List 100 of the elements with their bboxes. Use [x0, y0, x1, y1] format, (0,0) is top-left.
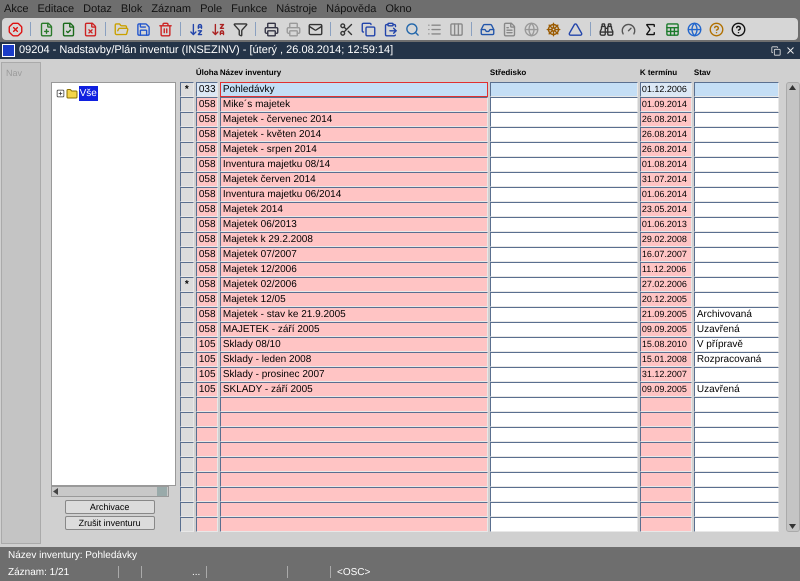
menu-item[interactable]: Pole [200, 0, 222, 18]
triangle-icon[interactable] [568, 22, 582, 36]
menu-item[interactable]: Záznam [151, 0, 192, 18]
row-marker[interactable] [180, 307, 194, 322]
table-cell: Majetek - srpen 2014 [220, 142, 488, 157]
sort-ascending-icon[interactable] [188, 22, 204, 36]
globe-icon[interactable] [686, 22, 702, 36]
row-marker[interactable] [180, 412, 194, 427]
row-marker[interactable] [180, 322, 194, 337]
scroll-up-icon[interactable] [789, 85, 796, 90]
row-marker[interactable]: * [180, 82, 194, 97]
action-button[interactable]: Archivace [64, 500, 155, 514]
record-counter: Záznam: 1/21 [8, 566, 70, 580]
scroll-left-icon[interactable] [52, 488, 58, 495]
scissors-icon[interactable] [338, 22, 354, 36]
menu-item[interactable]: Okno [385, 0, 412, 18]
table-cell: 29.02.2008 [640, 232, 692, 247]
row-marker[interactable] [180, 487, 194, 502]
row-marker[interactable] [180, 352, 194, 367]
wheel-icon[interactable] [546, 22, 560, 36]
row-marker[interactable] [180, 187, 194, 202]
table-cell: Mike´s majetek [220, 97, 488, 112]
column-header: K termínu [640, 66, 678, 78]
document-icon[interactable] [502, 22, 516, 36]
table-cell: Majetek k 29.2.2008 [220, 232, 488, 247]
menu-item[interactable]: Dotaz [83, 0, 112, 18]
table-cell: V přípravě [694, 337, 779, 352]
horizontal-scrollbar[interactable] [50, 486, 169, 497]
row-marker[interactable] [180, 457, 194, 472]
table-cell: 058 [196, 292, 218, 307]
row-marker[interactable] [180, 397, 194, 412]
file-x-icon[interactable] [82, 22, 98, 36]
table-cell: Majetek 2014 [220, 202, 488, 217]
save-icon[interactable] [136, 22, 150, 36]
mail-icon[interactable] [308, 22, 322, 36]
table-cell: Majetek - stav ke 21.9.2005 [220, 307, 488, 322]
row-marker[interactable] [180, 97, 194, 112]
row-marker[interactable] [180, 202, 194, 217]
row-marker[interactable] [180, 142, 194, 157]
table-cell: 058 [196, 157, 218, 172]
table-cell: 09.09.2005 [640, 322, 692, 337]
help-icon[interactable] [730, 22, 746, 36]
gauge-icon[interactable] [620, 22, 636, 36]
status-message: Název inventury: Pohledávky [8, 549, 138, 563]
filter-icon[interactable] [232, 22, 248, 36]
row-marker[interactable]: * [180, 277, 194, 292]
scroll-down-icon[interactable] [789, 524, 796, 529]
inbox-icon[interactable] [480, 22, 494, 36]
table-cell: 058 [196, 127, 218, 142]
row-marker[interactable] [180, 427, 194, 442]
sort-descending-icon[interactable] [210, 22, 226, 36]
menu-item[interactable]: Nápověda [326, 0, 376, 18]
row-marker[interactable] [180, 127, 194, 142]
menu-item[interactable]: Nástroje [276, 0, 318, 18]
row-marker[interactable] [180, 472, 194, 487]
action-button[interactable]: Zrušit inventuru [64, 516, 155, 530]
row-marker[interactable] [180, 157, 194, 172]
search-icon[interactable] [404, 22, 420, 36]
row-marker[interactable] [180, 382, 194, 397]
table-cell: 058 [196, 247, 218, 262]
spreadsheet-icon[interactable] [664, 22, 680, 36]
row-marker[interactable] [180, 502, 194, 517]
menu-item[interactable]: Blok [120, 0, 142, 18]
stop-icon[interactable] [8, 22, 22, 36]
row-marker[interactable] [180, 292, 194, 307]
list-icon[interactable] [426, 22, 442, 36]
table-cell: 27.02.2006 [640, 277, 692, 292]
table-cell: 058 [196, 187, 218, 202]
row-marker[interactable] [180, 367, 194, 382]
menu-item[interactable]: Editace [37, 0, 74, 18]
row-marker[interactable] [180, 217, 194, 232]
row-marker[interactable] [180, 247, 194, 262]
vertical-scrollbar[interactable] [786, 82, 800, 532]
tree-item[interactable]: Vše [78, 86, 98, 101]
row-marker[interactable] [180, 262, 194, 277]
expand-icon[interactable] [56, 89, 65, 98]
column-header: Středisko [490, 66, 528, 78]
copy-icon[interactable] [360, 22, 376, 36]
file-check-icon[interactable] [60, 22, 76, 36]
printer-icon[interactable] [264, 22, 278, 36]
table-cell: 105 [196, 382, 218, 397]
row-marker[interactable] [180, 112, 194, 127]
restore-icon[interactable] [771, 46, 781, 56]
menu-item[interactable]: Funkce [231, 0, 268, 18]
table-cell: 058 [196, 112, 218, 127]
row-marker[interactable] [180, 337, 194, 352]
binoculars-icon[interactable] [598, 22, 614, 36]
row-marker[interactable] [180, 442, 194, 457]
file-plus-icon[interactable] [38, 22, 54, 36]
menu-item[interactable]: Akce [4, 0, 28, 18]
close-icon[interactable] [785, 45, 796, 56]
table-cell: Inventura majetku 08/14 [220, 157, 488, 172]
table-cell: Sklady - prosinec 2007 [220, 367, 488, 382]
scroll-thumb[interactable] [156, 487, 167, 496]
paste-icon[interactable] [382, 22, 398, 36]
row-marker[interactable] [180, 517, 194, 532]
columns-icon[interactable] [448, 22, 464, 36]
row-marker[interactable] [180, 232, 194, 247]
trash-icon[interactable] [158, 22, 172, 36]
row-marker[interactable] [180, 172, 194, 187]
